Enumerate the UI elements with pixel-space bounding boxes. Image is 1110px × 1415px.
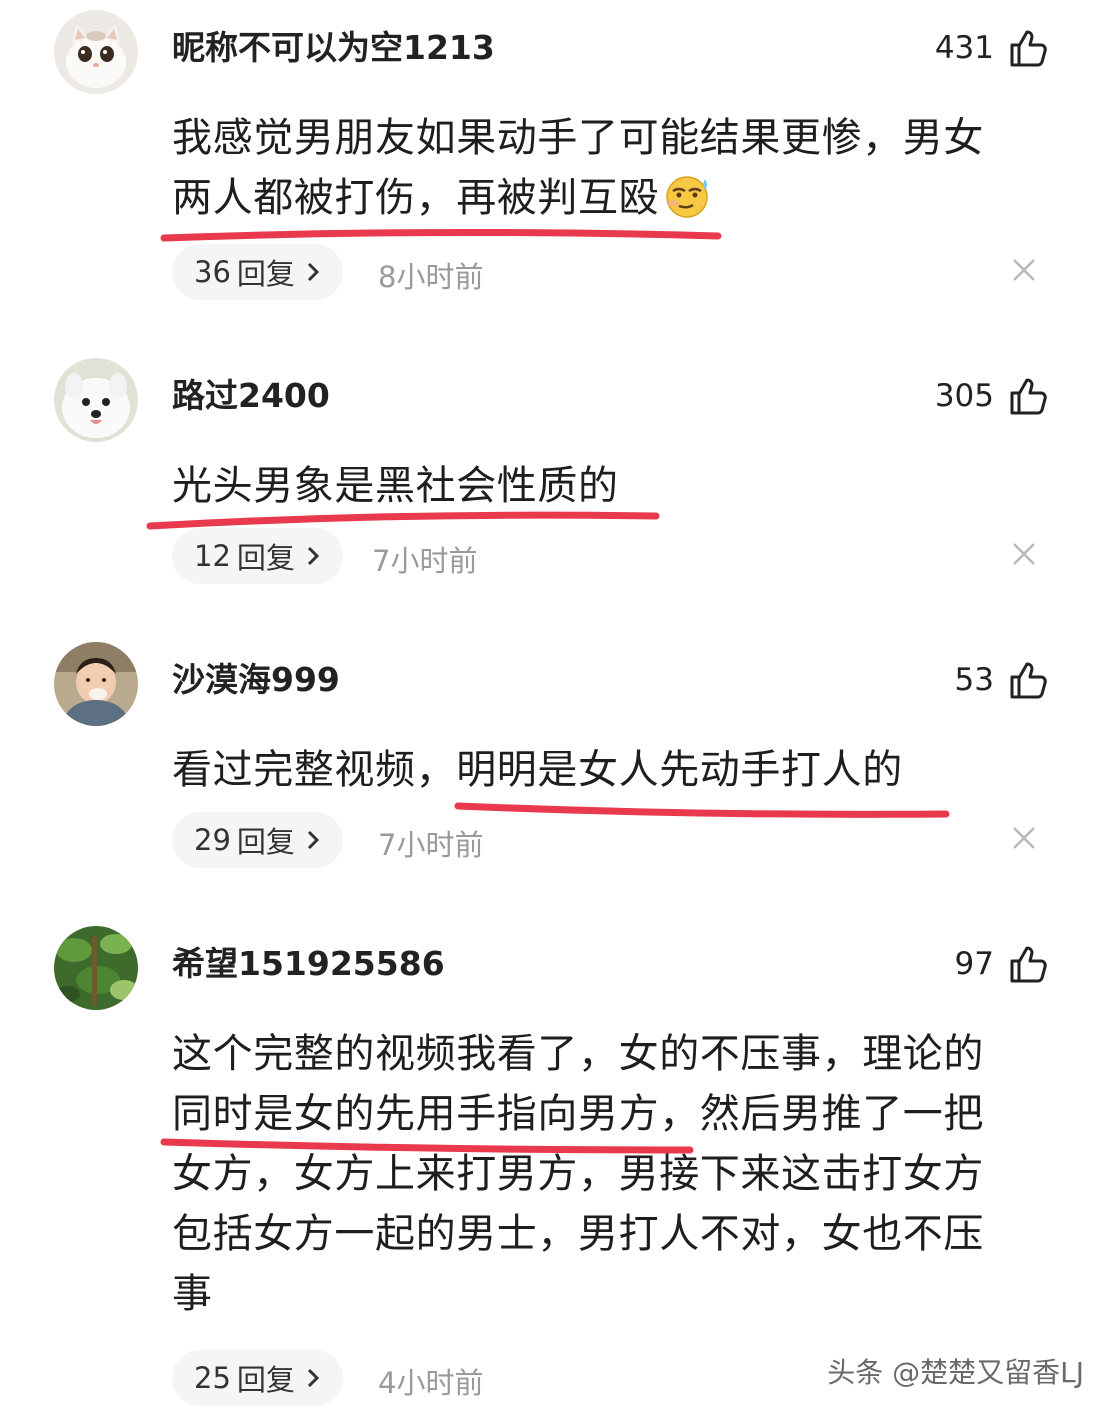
comment-line: 事 [172, 1271, 213, 1317]
avatar[interactable] [54, 642, 138, 726]
comment-text: 看过完整视频，明明是女人先动手打人的 [172, 740, 1052, 800]
close-icon[interactable] [1010, 824, 1038, 852]
reply-button[interactable]: 36 回复 [172, 244, 343, 300]
reply-button[interactable]: 25 回复 [172, 1350, 343, 1406]
timestamp: 7小时前 [378, 828, 484, 862]
comment-line: 这个完整的视频我看了，女的不压事，理论的 [172, 1031, 984, 1077]
comment-text: 我感觉男朋友如果动手了可能结果更惨，男女 两人都被打伤，再被判互殴 [172, 108, 1052, 228]
chevron-right-icon [307, 262, 320, 282]
comment-footer: 12 回复 7小时前 [172, 528, 1052, 584]
reply-count: 36 [194, 255, 231, 289]
avatar[interactable] [54, 926, 138, 1010]
username[interactable]: 沙漠海999 [172, 658, 340, 702]
timestamp: 4小时前 [378, 1366, 484, 1400]
sweat-smile-emoji-icon [666, 176, 708, 218]
dog-avatar-icon [54, 358, 138, 442]
comment-text: 这个完整的视频我看了，女的不压事，理论的 同时是女的先用手指向男方，然后男推了一… [172, 1024, 1052, 1324]
comment-line: 同时是女的先用手指向男方，然后男推了一把 [172, 1091, 984, 1137]
comment-line: 看过完整视频，明明是女人先动手打人的 [172, 747, 903, 793]
cat-avatar-icon [54, 10, 138, 94]
chevron-right-icon [307, 1368, 320, 1388]
like-button[interactable]: 53 [955, 652, 1048, 708]
username[interactable]: 昵称不可以为空1213 [172, 26, 495, 70]
like-button[interactable]: 97 [955, 936, 1048, 992]
reply-label: 回复 [236, 825, 295, 859]
reply-count: 12 [194, 539, 231, 573]
comment-line: 女方，女方上来打男方，男接下来这击打女方 [172, 1151, 984, 1197]
username[interactable]: 希望151925586 [172, 942, 445, 986]
thumbs-up-icon [1010, 378, 1047, 415]
close-icon[interactable] [1010, 256, 1038, 284]
timestamp: 8小时前 [378, 260, 484, 294]
timestamp: 7小时前 [372, 544, 478, 578]
chevron-right-icon [307, 546, 320, 566]
username[interactable]: 路过2400 [172, 374, 330, 418]
comment-footer: 36 回复 8小时前 [172, 244, 1052, 300]
leaves-avatar-icon [54, 926, 138, 1010]
reply-label: 回复 [236, 257, 295, 291]
like-count: 97 [954, 946, 994, 982]
highlight-underline [146, 511, 660, 530]
avatar[interactable] [54, 10, 138, 94]
child-avatar-icon [54, 642, 138, 726]
reply-button[interactable]: 29 回复 [172, 812, 343, 868]
watermark: 头条 @楚楚又留香LJ [827, 1356, 1084, 1389]
like-button[interactable]: 431 [935, 20, 1048, 76]
comment-footer: 29 回复 7小时前 [172, 812, 1052, 868]
thumbs-up-icon [1010, 946, 1047, 983]
comment-line: 光头男象是黑社会性质的 [172, 463, 619, 509]
highlight-underline [160, 228, 722, 242]
reply-label: 回复 [236, 1363, 295, 1397]
comment-line: 两人都被打伤，再被判互殴 [172, 175, 660, 221]
comment-line: 包括女方一起的男士，男打人不对，女也不压 [172, 1211, 984, 1257]
reply-button[interactable]: 12 回复 [172, 528, 343, 584]
thumbs-up-icon [1010, 30, 1047, 67]
comment-text: 光头男象是黑社会性质的 [172, 456, 1052, 516]
reply-count: 25 [194, 1361, 231, 1395]
chevron-right-icon [307, 830, 320, 850]
like-count: 431 [934, 30, 994, 66]
reply-count: 29 [194, 823, 231, 857]
thumbs-up-icon [1010, 662, 1047, 699]
like-count: 53 [954, 662, 994, 698]
comment-line: 我感觉男朋友如果动手了可能结果更惨，男女 [172, 115, 984, 161]
close-icon[interactable] [1010, 540, 1038, 568]
like-button[interactable]: 305 [935, 368, 1048, 424]
reply-label: 回复 [236, 541, 295, 575]
avatar[interactable] [54, 358, 138, 442]
like-count: 305 [934, 378, 994, 414]
